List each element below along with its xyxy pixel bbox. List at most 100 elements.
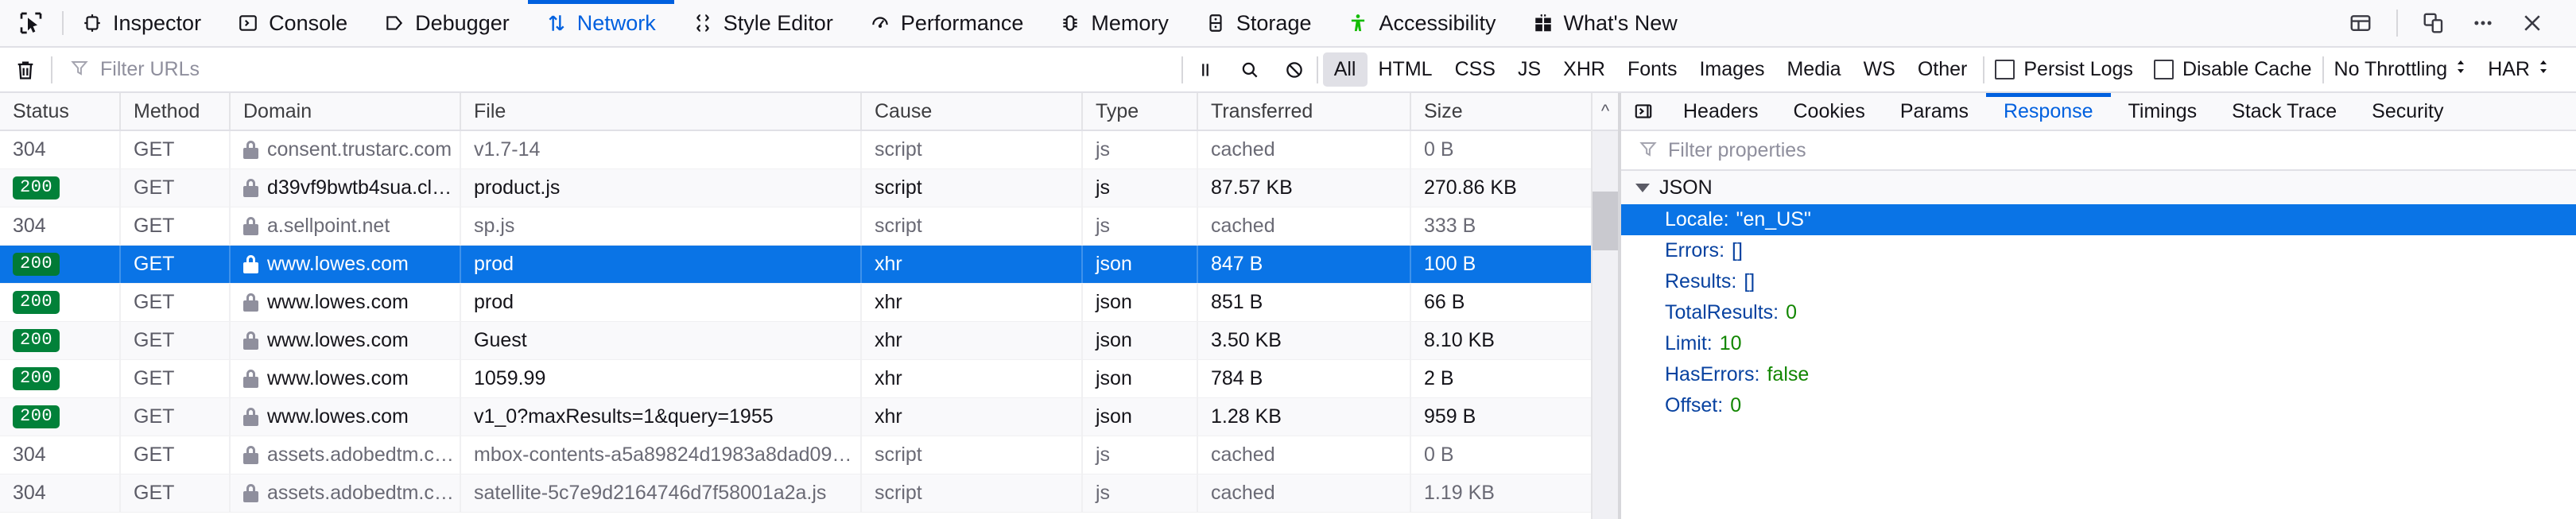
column-header-size[interactable]: Size [1410, 93, 1591, 130]
pause-icon[interactable] [1183, 47, 1228, 92]
type-filter-all[interactable]: All [1322, 52, 1368, 87]
column-header-domain[interactable]: Domain [229, 93, 460, 130]
table-row[interactable]: 200 GET d39vf9bwtb4sua.clou... product.js sc… [0, 169, 1591, 207]
filter-properties-input[interactable]: Filter properties [1621, 131, 2576, 171]
json-colon: : [1723, 208, 1729, 230]
type-filter-fonts[interactable]: Fonts [1616, 52, 1689, 87]
request-list-scrollbar[interactable]: ^ [1591, 93, 1618, 519]
type-filter-xhr[interactable]: XHR [1552, 52, 1616, 87]
type-filter-ws[interactable]: WS [1852, 52, 1907, 87]
column-header-type[interactable]: Type [1081, 93, 1197, 130]
table-row[interactable]: 304 GET consent.trustarc.com v1.7-14 script j… [0, 131, 1591, 169]
json-key: Errors [1665, 239, 1720, 261]
method-label: GET [134, 443, 175, 466]
tab-network[interactable]: Network [527, 0, 674, 46]
close-devtools-icon[interactable] [2508, 0, 2557, 47]
tab-headers[interactable]: Headers [1666, 93, 1776, 130]
domain-label: www.lowes.com [267, 253, 409, 275]
table-row[interactable]: 304 GET assets.adobedtm.com satellite-5c7e9… [0, 474, 1591, 513]
table-row[interactable]: 200 GET www.lowes.com 1059.99 xhr json 784 B 2 … [0, 360, 1591, 398]
tab-security[interactable]: Security [2354, 93, 2461, 130]
cell-file: Guest [460, 322, 860, 359]
meatball-menu-icon[interactable] [2458, 0, 2508, 47]
table-row[interactable]: 200 GET www.lowes.com prod xhr json 847 B 100 B [0, 246, 1591, 284]
cell-transferred: 1.28 KB [1197, 398, 1410, 436]
filter-urls-input[interactable]: Filter URLs [52, 47, 1181, 92]
persist-logs-checkbox[interactable]: Persist Logs [1984, 58, 2143, 81]
tab-memory[interactable]: Memory [1042, 0, 1187, 46]
tab-accessibility[interactable]: Accessibility [1329, 0, 1514, 46]
json-property-row[interactable]: Errors: [] [1621, 235, 2576, 266]
table-row[interactable]: 304 GET a.sellpoint.net sp.js script js cached… [0, 207, 1591, 246]
column-header-transferred[interactable]: Transferred [1197, 93, 1410, 130]
type-filter-other[interactable]: Other [1907, 52, 1979, 87]
chevron-up-icon[interactable]: ^ [1593, 93, 1618, 131]
tab-response[interactable]: Response [1985, 93, 2111, 130]
tab-style-editor[interactable]: Style Editor [674, 0, 852, 46]
cell-file: product.js [460, 169, 860, 207]
tab-inspector[interactable]: Inspector [64, 0, 219, 46]
type-filter-images[interactable]: Images [1688, 52, 1775, 87]
cell-transferred: cached [1197, 474, 1410, 512]
column-header-cause[interactable]: Cause [860, 93, 1081, 130]
tab-label: What's New [1563, 10, 1678, 35]
json-property-row[interactable]: Offset:0 [1621, 390, 2576, 421]
column-header-method[interactable]: Method [119, 93, 229, 130]
tab-params[interactable]: Params [1883, 93, 1986, 130]
tab-stack-trace[interactable]: Stack Trace [2214, 93, 2354, 130]
table-row[interactable]: 200 GET www.lowes.com Guest xhr json 3.50 KB 8.… [0, 322, 1591, 360]
method-label: GET [134, 138, 175, 161]
block-requests-icon[interactable] [1272, 47, 1317, 92]
cell-cause: script [860, 131, 1081, 168]
json-property-row[interactable]: Locale: "en_US" [1621, 204, 2576, 235]
type-filter-media[interactable]: Media [1775, 52, 1852, 87]
domain-label: www.lowes.com [267, 329, 409, 351]
json-property-row[interactable]: TotalResults:0 [1621, 297, 2576, 328]
tab-cookies[interactable]: Cookies [1776, 93, 1883, 130]
type-filter-html[interactable]: HTML [1368, 52, 1444, 87]
type-filter-css[interactable]: CSS [1444, 52, 1507, 87]
expand-details-icon[interactable] [1621, 93, 1666, 130]
transferred-label: 784 B [1211, 367, 1263, 389]
tab-whats-new[interactable]: What's New [1515, 0, 1696, 46]
column-header-file[interactable]: File [460, 93, 860, 130]
tab-label: Inspector [113, 10, 202, 35]
scrollbar-thumb[interactable] [1593, 192, 1618, 250]
chevron-updown-icon [2454, 57, 2467, 82]
cell-transferred: 3.50 KB [1197, 322, 1410, 359]
type-label: js [1096, 215, 1111, 237]
cell-method: GET [119, 436, 229, 474]
json-root-node[interactable]: JSON [1621, 171, 2576, 204]
type-filter-js[interactable]: JS [1507, 52, 1552, 87]
disable-cache-checkbox[interactable]: Disable Cache [2143, 58, 2322, 81]
json-property-row[interactable]: Results: [] [1621, 266, 2576, 297]
tab-debugger[interactable]: Debugger [366, 0, 528, 46]
transferred-label: 1.28 KB [1211, 405, 1282, 428]
table-row[interactable]: 200 GET www.lowes.com prod xhr json 851 B 66 B [0, 284, 1591, 322]
cell-transferred: 87.57 KB [1197, 169, 1410, 207]
throttling-dropdown[interactable]: No Throttling [2324, 57, 2478, 82]
trash-icon[interactable] [0, 47, 51, 92]
table-row[interactable]: 304 GET assets.adobedtm.com mbox-contents-a… [0, 436, 1591, 474]
element-picker-icon[interactable] [0, 0, 62, 46]
responsive-design-mode-icon[interactable] [2409, 0, 2458, 47]
tab-storage[interactable]: Storage [1187, 0, 1330, 46]
cell-file: v1.7-14 [460, 131, 860, 168]
file-label: prod [474, 291, 514, 313]
json-key: TotalResults [1665, 301, 1774, 323]
tab-timings[interactable]: Timings [2111, 93, 2215, 130]
table-row[interactable]: 200 GET www.lowes.com v1_0?maxResults=1&que… [0, 398, 1591, 436]
tab-performance[interactable]: Performance [852, 0, 1042, 46]
tab-console[interactable]: Console [219, 0, 366, 46]
cause-label: xhr [875, 253, 902, 275]
column-header-status[interactable]: Status [0, 93, 119, 130]
har-dropdown[interactable]: HAR [2477, 57, 2560, 82]
method-label: GET [134, 367, 175, 389]
scrollbar-track[interactable] [1593, 131, 1618, 519]
json-property-row[interactable]: Limit:10 [1621, 328, 2576, 359]
split-console-layout-icon[interactable] [2336, 0, 2385, 47]
search-icon[interactable] [1228, 47, 1272, 92]
json-key: HasErrors [1665, 363, 1755, 385]
json-property-row[interactable]: HasErrors: false [1621, 359, 2576, 390]
cell-transferred: 784 B [1197, 360, 1410, 397]
